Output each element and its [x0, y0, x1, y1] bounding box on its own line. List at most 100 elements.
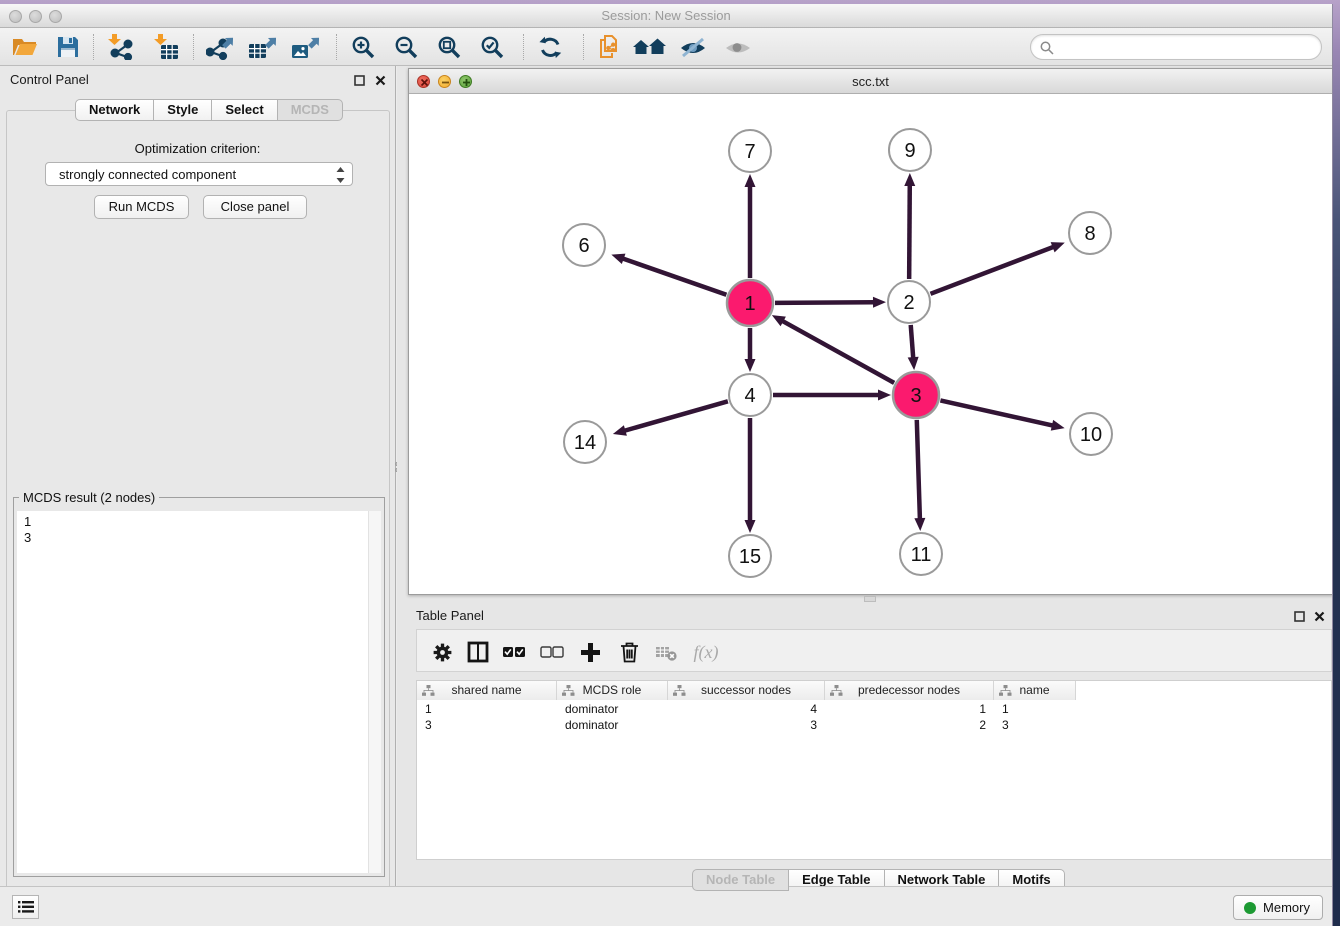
toolbar-separator: [93, 34, 94, 60]
close-panel-button[interactable]: Close panel: [203, 195, 307, 219]
graph-edge-3-1[interactable]: [772, 315, 894, 383]
tab-style[interactable]: Style: [153, 99, 212, 121]
criterion-dropdown[interactable]: strongly connected component: [45, 162, 353, 186]
application-window: Session: New Session: [0, 4, 1333, 926]
close-table-panel-icon[interactable]: [1312, 609, 1326, 623]
column-header-predecessor-nodes[interactable]: predecessor nodes: [825, 681, 994, 700]
table-cell[interactable]: 2: [825, 717, 994, 733]
float-panel-icon[interactable]: [352, 73, 366, 87]
table-cell[interactable]: 3: [668, 717, 825, 733]
svg-text:14: 14: [574, 432, 596, 454]
workspace: scc.txt 7968124314101511 Table Panel: [397, 66, 1332, 890]
table-cell[interactable]: 3: [994, 717, 1076, 733]
table-cell[interactable]: 4: [668, 701, 825, 717]
table-cell[interactable]: 1: [825, 701, 994, 717]
graph-node-7[interactable]: 7: [729, 130, 771, 172]
delete-column-icon[interactable]: [616, 639, 642, 665]
graph-edge-4-15[interactable]: [745, 418, 756, 533]
graph-node-9[interactable]: 9: [889, 129, 931, 171]
mcds-result-line: 1: [17, 514, 381, 530]
graph-node-2[interactable]: 2: [888, 281, 930, 323]
table-cell[interactable]: dominator: [557, 717, 668, 733]
fx-label: f(x): [694, 642, 719, 663]
window-title: Session: New Session: [0, 8, 1332, 23]
save-session-icon[interactable]: [53, 33, 83, 61]
table-row[interactable]: 3dominator323: [417, 717, 1331, 733]
graph-node-8[interactable]: 8: [1069, 212, 1111, 254]
zoom-in-icon[interactable]: [348, 33, 378, 61]
graph-node-10[interactable]: 10: [1070, 413, 1112, 455]
tab-node-table[interactable]: Node Table: [692, 869, 789, 891]
first-neighbors-icon[interactable]: [631, 33, 669, 61]
svg-text:2: 2: [903, 292, 914, 314]
tab-network[interactable]: Network: [75, 99, 154, 121]
graph-node-6[interactable]: 6: [563, 224, 605, 266]
search-input[interactable]: [1059, 37, 1309, 57]
graph-node-4[interactable]: 4: [729, 374, 771, 416]
graph-edge-4-14[interactable]: [613, 401, 728, 435]
task-history-button[interactable]: [12, 895, 39, 919]
table-header-row: shared nameMCDS rolesuccessor nodesprede…: [417, 681, 1076, 700]
table-row[interactable]: 1dominator411: [417, 701, 1331, 717]
hide-selected-icon[interactable]: [676, 33, 710, 61]
import-table-icon[interactable]: [150, 33, 180, 61]
column-header-name[interactable]: name: [994, 681, 1076, 700]
horizontal-splitter[interactable]: [408, 595, 1333, 602]
float-table-panel-icon[interactable]: [1292, 609, 1306, 623]
copy-view-icon[interactable]: [594, 33, 624, 61]
zoom-fit-icon[interactable]: [434, 33, 464, 61]
network-view-window: scc.txt 7968124314101511: [408, 68, 1333, 595]
close-panel-icon[interactable]: [373, 73, 387, 87]
mcds-result-box: MCDS result (2 nodes) 13: [13, 497, 385, 877]
table-cell[interactable]: 1: [417, 701, 557, 717]
graph-edge-2-9[interactable]: [904, 173, 915, 279]
column-header-shared-name[interactable]: shared name: [417, 681, 557, 700]
optimization-criterion-label: Optimization criterion:: [0, 141, 395, 156]
column-header-successor-nodes[interactable]: successor nodes: [668, 681, 825, 700]
import-network-icon[interactable]: [104, 33, 134, 61]
function-builder-icon[interactable]: f(x): [689, 639, 723, 665]
graph-edge-2-3[interactable]: [908, 325, 919, 370]
graph-edge-1-7[interactable]: [745, 174, 756, 278]
main-titlebar: Session: New Session: [0, 4, 1332, 28]
tab-mcds[interactable]: MCDS: [277, 99, 343, 121]
apply-layout-icon[interactable]: [535, 33, 565, 61]
export-table-icon[interactable]: [247, 33, 277, 61]
graph-edge-3-10[interactable]: [940, 400, 1064, 430]
delete-table-icon[interactable]: [653, 639, 679, 665]
mcds-result-list[interactable]: 13: [17, 511, 381, 873]
graph-edge-1-6[interactable]: [611, 254, 726, 295]
split-panes-icon[interactable]: [465, 639, 491, 665]
table-cell[interactable]: 3: [417, 717, 557, 733]
search-field[interactable]: [1030, 34, 1322, 60]
zoom-selected-icon[interactable]: [477, 33, 507, 61]
graph-edge-2-8[interactable]: [930, 242, 1064, 294]
graph-edge-1-2[interactable]: [775, 297, 886, 308]
result-scrollbar[interactable]: [368, 511, 381, 873]
export-network-icon[interactable]: [204, 33, 234, 61]
add-column-icon[interactable]: [577, 639, 603, 665]
settings-gear-icon[interactable]: [429, 639, 455, 665]
table-cell[interactable]: 1: [994, 701, 1076, 717]
memory-button[interactable]: Memory: [1233, 895, 1323, 920]
graph-node-1[interactable]: 1: [727, 280, 773, 326]
graph-node-11[interactable]: 11: [900, 533, 942, 575]
show-all-icon[interactable]: [721, 33, 755, 61]
table-cell[interactable]: dominator: [557, 701, 668, 717]
network-canvas[interactable]: 7 9 6 8 1 2 4 3 14 10 15 11: [409, 94, 1332, 594]
zoom-out-icon[interactable]: [391, 33, 421, 61]
graph-edge-4-3[interactable]: [773, 390, 891, 401]
graph-edge-1-4[interactable]: [745, 328, 756, 372]
graph-edge-3-11[interactable]: [914, 420, 925, 531]
network-graph: 7 9 6 8 1 2 4 3 14 10 15 11: [409, 94, 1332, 594]
select-all-icon[interactable]: [501, 639, 527, 665]
run-mcds-button[interactable]: Run MCDS: [94, 195, 189, 219]
column-header-MCDS-role[interactable]: MCDS role: [557, 681, 668, 700]
graph-node-15[interactable]: 15: [729, 535, 771, 577]
open-session-icon[interactable]: [10, 33, 40, 61]
export-image-icon[interactable]: [290, 33, 320, 61]
graph-node-14[interactable]: 14: [564, 421, 606, 463]
unselect-all-icon[interactable]: [539, 639, 565, 665]
graph-node-3[interactable]: 3: [893, 372, 939, 418]
tab-select[interactable]: Select: [211, 99, 277, 121]
